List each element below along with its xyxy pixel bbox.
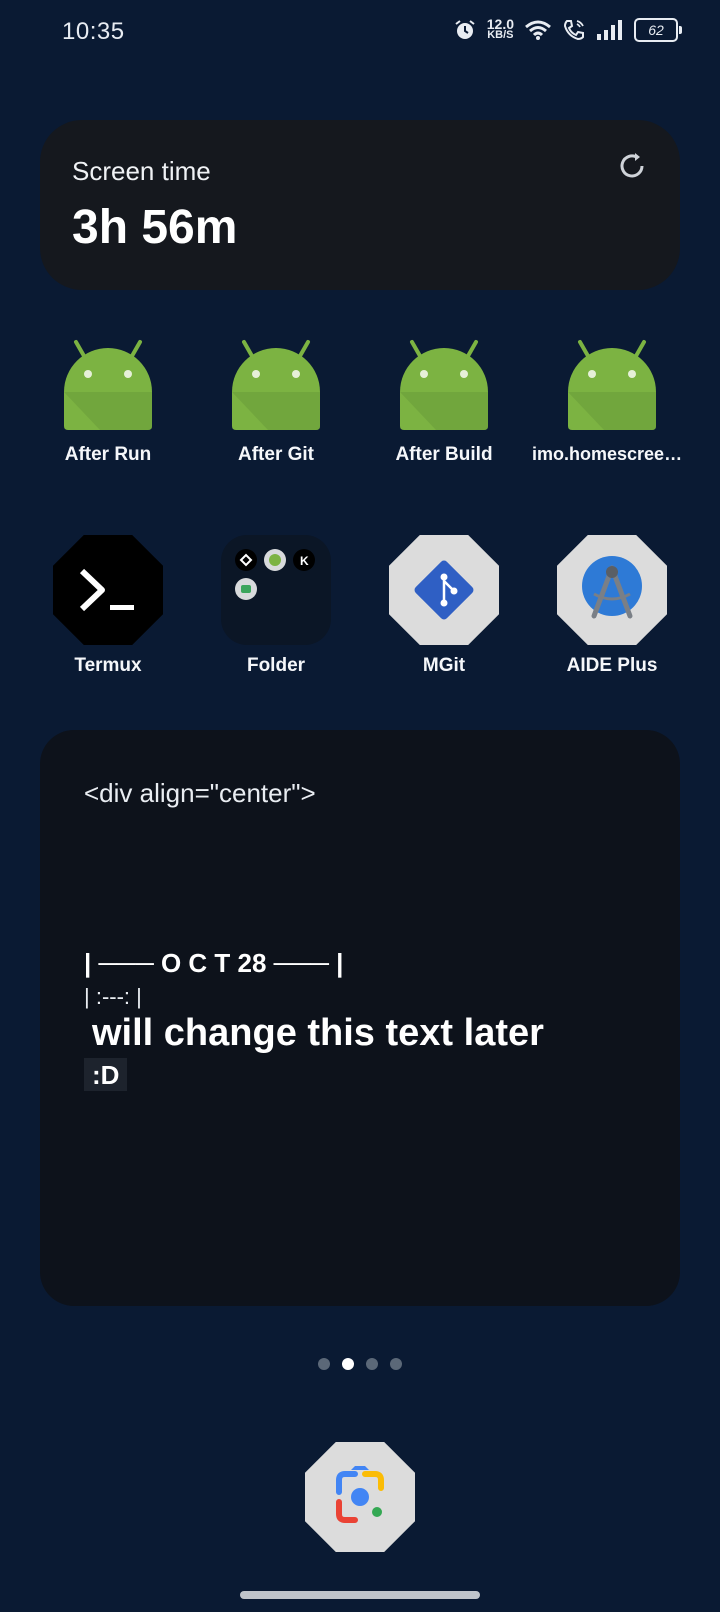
- clock: 10:35: [62, 18, 125, 45]
- app-after-git[interactable]: After Git: [196, 338, 356, 466]
- app-label: After Build: [395, 444, 493, 465]
- widget-line-align: | :---: |: [84, 984, 142, 1009]
- widget-line-heading: will change this text later: [92, 1012, 544, 1054]
- android-icon: [568, 340, 656, 430]
- wifi-calling-icon: [563, 20, 584, 41]
- page-dot[interactable]: [366, 1358, 378, 1370]
- screen-time-label: Screen time: [72, 156, 211, 186]
- app-after-build[interactable]: After Build: [364, 338, 524, 466]
- app-label: imo.homescreen_...: [532, 444, 692, 464]
- navigation-handle[interactable]: [240, 1591, 480, 1599]
- app-imo-homescreen[interactable]: imo.homescreen_...: [532, 338, 692, 465]
- widget-line-div: <div align="center">: [84, 778, 316, 808]
- app-label: MGit: [422, 655, 466, 676]
- app-label: AIDE Plus: [566, 655, 658, 676]
- page-dot[interactable]: [390, 1358, 402, 1370]
- screen-time-value: 3h 56m: [72, 201, 238, 254]
- page-indicator[interactable]: [0, 1358, 720, 1370]
- app-label: After Run: [64, 444, 152, 465]
- app-termux[interactable]: Termux: [28, 535, 188, 677]
- status-bar: 10:35 12.0 KB/S 62: [0, 0, 720, 66]
- mgit-icon: [389, 535, 499, 645]
- app-folder[interactable]: K Folder: [196, 535, 356, 677]
- aide-plus-icon: [557, 535, 667, 645]
- network-speed: 12.0 KB/S: [487, 17, 514, 41]
- android-icon: [64, 340, 152, 430]
- status-icons: 12.0 KB/S 62: [453, 17, 682, 42]
- android-icon: [232, 340, 320, 430]
- app-label: After Git: [238, 444, 314, 465]
- widget-line-smiley: :D: [84, 1058, 128, 1091]
- widget-line-date: | ─── O C T 28 ─── |: [84, 948, 344, 978]
- app-label: Folder: [246, 655, 306, 676]
- google-lens-icon: [305, 1442, 415, 1552]
- app-aide-plus[interactable]: AIDE Plus: [532, 535, 692, 677]
- svg-text:K: K: [300, 554, 309, 568]
- battery-indicator: 62: [634, 18, 682, 42]
- alarm-icon: [455, 20, 475, 39]
- signal-icon: [597, 20, 622, 40]
- page-dot-active[interactable]: [342, 1358, 354, 1370]
- app-mgit[interactable]: MGit: [364, 535, 524, 677]
- net-speed-unit: KB/S: [487, 29, 514, 41]
- app-after-run[interactable]: After Run: [28, 338, 188, 466]
- refresh-icon[interactable]: [616, 150, 648, 182]
- dock-app-google-lens[interactable]: [305, 1442, 415, 1552]
- wifi-icon: [525, 20, 551, 40]
- page-dot[interactable]: [318, 1358, 330, 1370]
- android-icon: [400, 340, 488, 430]
- screen-time-widget[interactable]: Screen time 3h 56m: [40, 120, 680, 290]
- termux-icon: [53, 535, 163, 645]
- app-label: Termux: [74, 655, 142, 676]
- folder-icon: K: [221, 535, 331, 645]
- text-widget[interactable]: <div align="center"> | ─── O C T 28 ─── …: [40, 730, 680, 1306]
